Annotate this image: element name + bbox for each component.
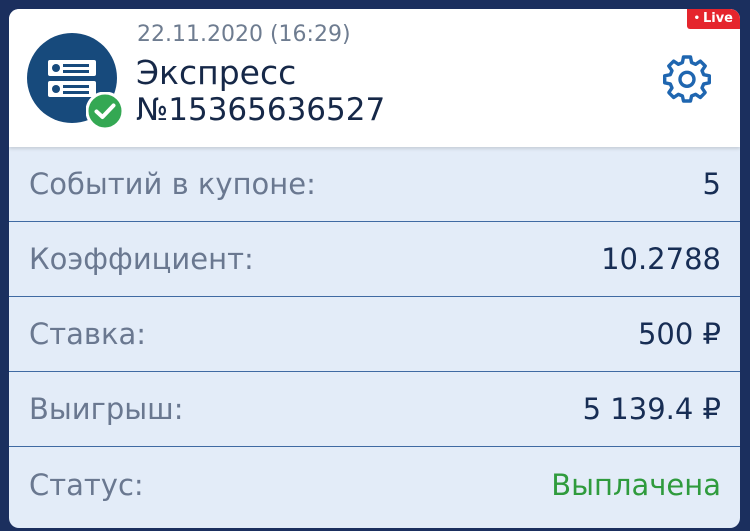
detail-row-coefficient: Коэффициент: 10.2788 xyxy=(9,222,740,297)
live-dot-icon: • xyxy=(693,12,700,24)
coupon-header: • Live 22.11.2020 (16:29) Экспресс №1536… xyxy=(9,9,740,147)
gear-icon[interactable] xyxy=(663,55,711,103)
live-badge: • Live xyxy=(686,9,740,29)
detail-row-status: Статус: Выплачена xyxy=(9,447,740,522)
detail-label: Событий в купоне: xyxy=(29,167,316,201)
check-circle-icon xyxy=(86,92,124,130)
detail-value: 5 xyxy=(702,167,721,201)
detail-row-stake: Ставка: 500 ₽ xyxy=(9,297,740,372)
detail-row-events: Событий в купоне: 5 xyxy=(9,147,740,222)
detail-row-winnings: Выигрыш: 5 139.4 ₽ xyxy=(9,372,740,447)
bet-number: №15365636527 xyxy=(136,92,386,128)
detail-label: Ставка: xyxy=(29,317,147,351)
coupon-details: Событий в купоне: 5 Коэффициент: 10.2788… xyxy=(9,147,740,522)
bet-coupon-card: • Live 22.11.2020 (16:29) Экспресс №1536… xyxy=(9,9,740,528)
detail-value: 10.2788 xyxy=(601,242,721,276)
detail-value: 500 ₽ xyxy=(637,317,721,351)
bet-date: 22.11.2020 (16:29) xyxy=(137,22,351,47)
detail-value: 5 139.4 ₽ xyxy=(582,392,721,426)
bet-type-title: Экспресс xyxy=(136,53,297,92)
detail-label: Статус: xyxy=(29,467,144,502)
detail-label: Выигрыш: xyxy=(29,392,184,426)
detail-label: Коэффициент: xyxy=(29,242,254,276)
status-badge: Выплачена xyxy=(551,467,721,502)
live-label: Live xyxy=(702,11,733,26)
